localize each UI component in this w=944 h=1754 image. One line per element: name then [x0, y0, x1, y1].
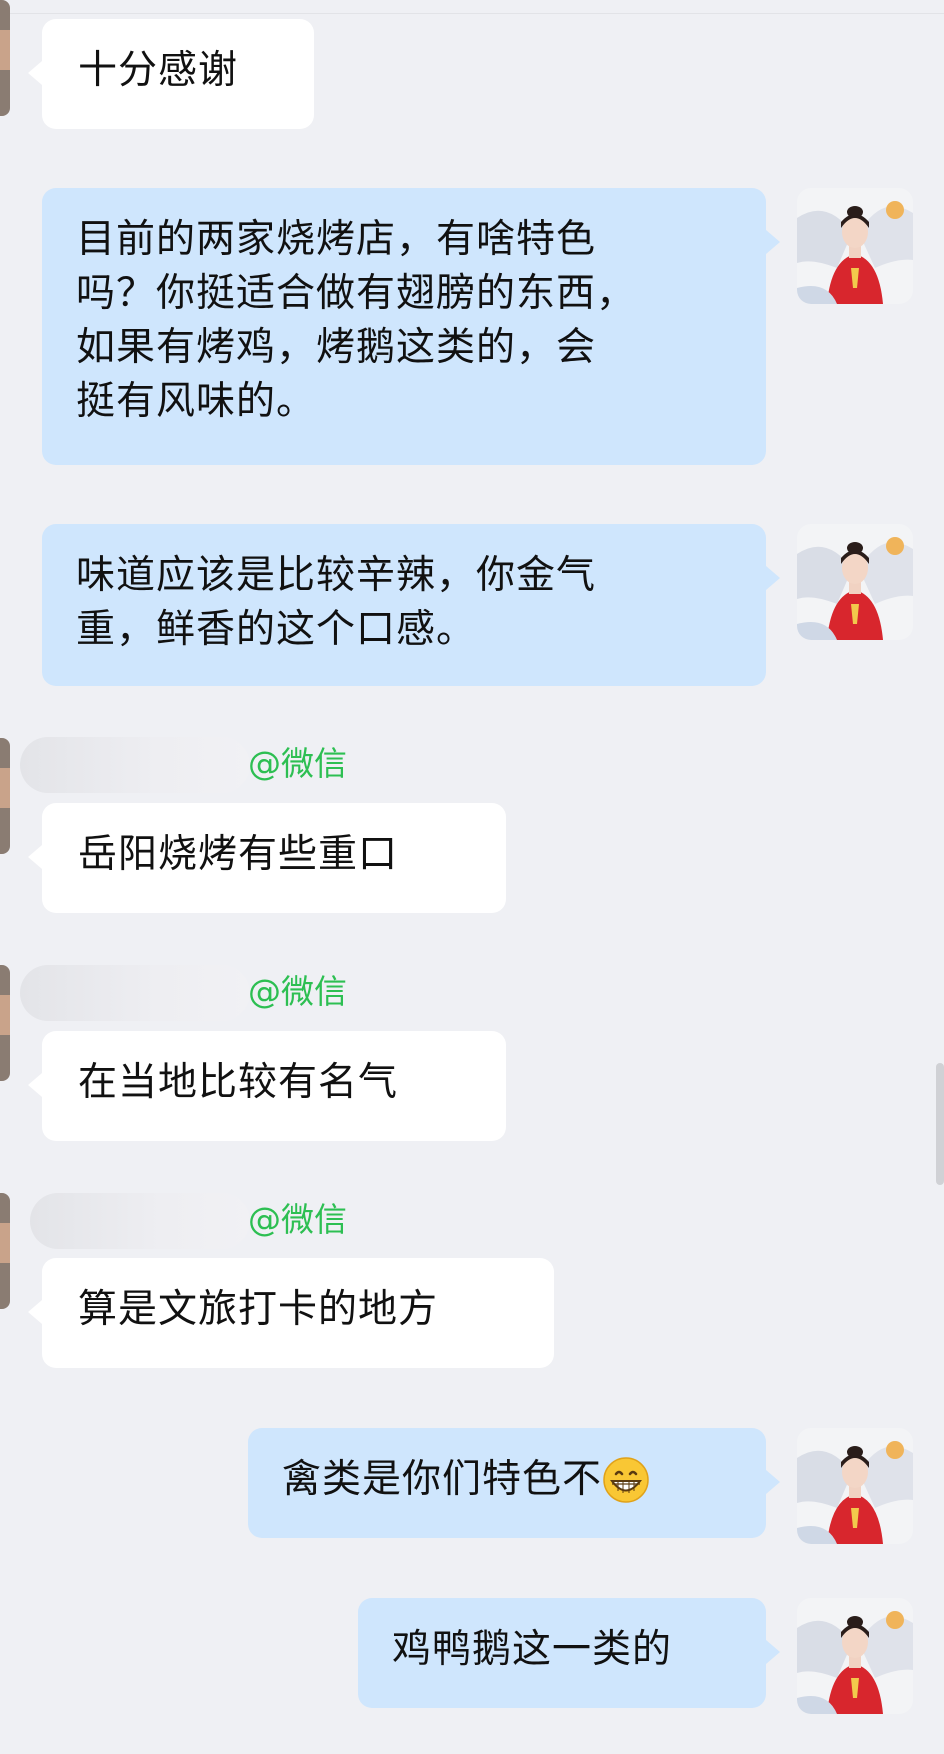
message-text: 岳阳烧烤有些重口 — [78, 832, 399, 877]
scrollbar[interactable] — [936, 1063, 944, 1185]
avatar[interactable] — [0, 738, 10, 854]
grinning-face-icon — [603, 1457, 649, 1503]
message-bubble[interactable]: 目前的两家烧烤店，有啥特色 吗？你挺适合做有翅膀的东西， 如果有烤鸡，烤鹅这类的… — [42, 188, 780, 465]
avatar[interactable] — [0, 1193, 10, 1309]
avatar[interactable] — [797, 1598, 913, 1714]
message-bubble[interactable]: 算是文旅打卡的地方 — [28, 1258, 554, 1368]
sender-name-blurred — [30, 1193, 250, 1249]
message-bubble[interactable]: 十分感谢 — [28, 19, 314, 129]
message-text: 算是文旅打卡的地方 — [78, 1287, 439, 1332]
sender-name-blurred — [20, 737, 250, 793]
message-line: 禽类是你们特色不 — [282, 1453, 732, 1507]
message-text: 挺有风味的。 — [76, 379, 317, 424]
message-text: 味道应该是比较辛辣，你金气 — [76, 553, 597, 598]
sender-tag: @微信 — [248, 744, 347, 783]
message-text: 在当地比较有名气 — [78, 1060, 399, 1105]
sender-tag: @微信 — [248, 972, 347, 1011]
sender-tag: @微信 — [248, 1200, 347, 1239]
sender-name-blurred — [20, 965, 250, 1021]
avatar[interactable] — [797, 1428, 913, 1544]
message-text: 十分感谢 — [78, 48, 239, 93]
message-bubble[interactable]: 味道应该是比较辛辣，你金气 重，鲜香的这个口感。 — [42, 524, 780, 686]
message-text: 吗？你挺适合做有翅膀的东西， — [76, 271, 637, 316]
top-divider — [0, 0, 944, 14]
avatar[interactable] — [0, 965, 10, 1081]
message-text: 如果有烤鸡，烤鹅这类的，会 — [76, 325, 597, 370]
message-bubble[interactable]: 在当地比较有名气 — [28, 1031, 506, 1141]
message-text: 重，鲜香的这个口感。 — [76, 607, 477, 652]
message-bubble[interactable]: 岳阳烧烤有些重口 — [28, 803, 506, 913]
avatar[interactable] — [797, 524, 913, 640]
message-bubble[interactable]: 禽类是你们特色不 — [248, 1428, 780, 1538]
message-text: 禽类是你们特色不 — [282, 1457, 603, 1502]
avatar[interactable] — [797, 188, 913, 304]
message-bubble[interactable]: 鸡鸭鹅这一类的 — [358, 1598, 780, 1708]
message-text: 鸡鸭鹅这一类的 — [392, 1627, 673, 1672]
avatar[interactable] — [0, 0, 10, 116]
message-text: 目前的两家烧烤店，有啥特色 — [76, 217, 597, 262]
